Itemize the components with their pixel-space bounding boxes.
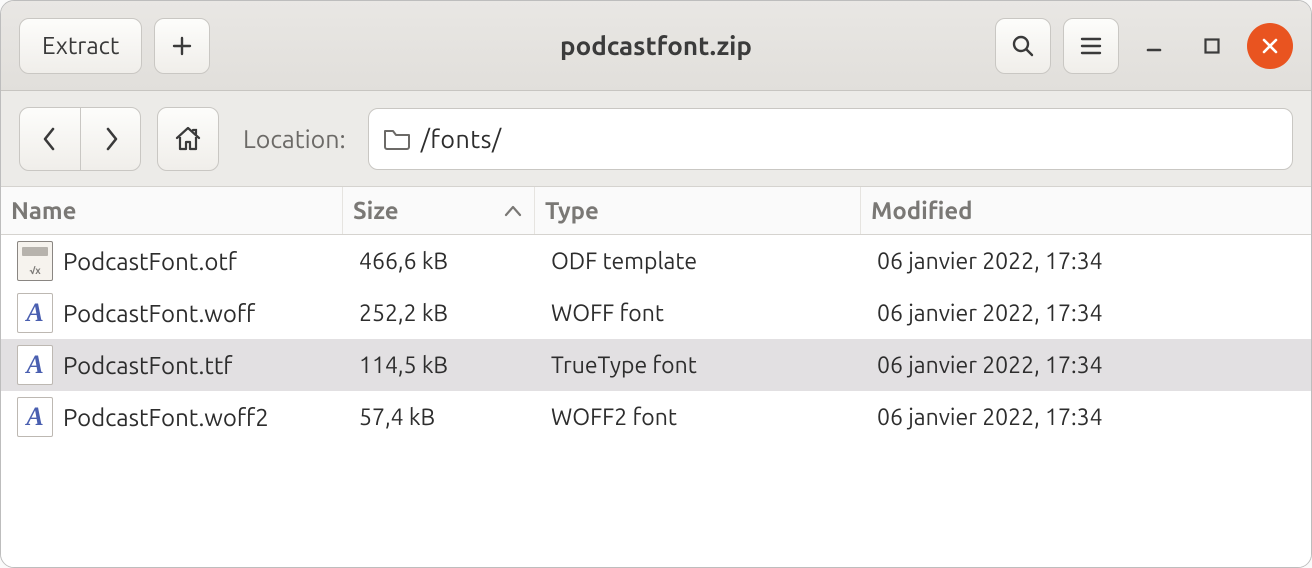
cell-size: 466,6 kB (349, 249, 541, 274)
file-name: PodcastFont.ttf (63, 352, 232, 379)
column-header-name-label: Name (11, 197, 76, 224)
column-header-size-label: Size (353, 197, 399, 224)
cell-name: A PodcastFont.woff (7, 293, 349, 333)
column-header-modified[interactable]: Modified (861, 187, 1311, 234)
column-header-type[interactable]: Type (535, 187, 861, 234)
archive-manager-window: Extract podcastfont.zip (0, 0, 1312, 568)
search-button[interactable] (995, 18, 1051, 74)
navigation-toolbar: Location: /fonts/ (1, 91, 1311, 187)
cell-size: 114,5 kB (349, 353, 541, 378)
nav-home-button[interactable] (158, 108, 218, 170)
cell-modified: 06 janvier 2022, 17:34 (867, 249, 1305, 274)
home-icon (173, 124, 203, 154)
location-label: Location: (235, 125, 352, 153)
header-left-group: Extract (19, 18, 210, 74)
chevron-left-icon (40, 125, 60, 153)
hamburger-icon (1079, 34, 1103, 58)
cell-type: ODF template (541, 249, 867, 274)
column-header-name[interactable]: Name (1, 187, 343, 234)
location-path: /fonts/ (421, 125, 502, 153)
cell-name: A PodcastFont.woff2 (7, 397, 349, 437)
window-minimize-button[interactable] (1131, 23, 1177, 69)
cell-modified: 06 janvier 2022, 17:34 (867, 301, 1305, 326)
sort-ascending-icon (504, 205, 522, 217)
cell-type: WOFF font (541, 301, 867, 326)
font-file-icon: A (17, 397, 53, 437)
cell-name: √x PodcastFont.otf (7, 241, 349, 281)
header-right-group (995, 18, 1293, 74)
cell-modified: 06 janvier 2022, 17:34 (867, 353, 1305, 378)
cell-modified: 06 janvier 2022, 17:34 (867, 405, 1305, 430)
column-headers: Name Size Type Modified (1, 187, 1311, 235)
close-icon (1260, 36, 1280, 56)
table-row[interactable]: √x PodcastFont.otf 466,6 kBODF template06 … (1, 235, 1311, 287)
extract-button[interactable]: Extract (19, 18, 142, 74)
odf-template-icon: √x (17, 241, 53, 281)
file-name: PodcastFont.woff (63, 300, 255, 327)
search-icon (1010, 33, 1036, 59)
window-close-button[interactable] (1247, 23, 1293, 69)
hamburger-menu-button[interactable] (1063, 18, 1119, 74)
nav-back-forward-group (19, 107, 141, 171)
table-row[interactable]: A PodcastFont.ttf 114,5 kBTrueType font06 … (1, 339, 1311, 391)
cell-size: 57,4 kB (349, 405, 541, 430)
file-name: PodcastFont.otf (63, 248, 237, 275)
file-list[interactable]: √xPodcastFont.otf466,6 kBODF template06 … (1, 235, 1311, 567)
cell-name: A PodcastFont.ttf (7, 345, 349, 385)
nav-forward-button[interactable] (80, 108, 140, 170)
nav-home-group (157, 107, 219, 171)
location-field[interactable]: /fonts/ (368, 108, 1293, 170)
font-file-icon: A (17, 345, 53, 385)
column-header-size[interactable]: Size (343, 187, 535, 234)
chevron-right-icon (101, 125, 121, 153)
font-file-icon: A (17, 293, 53, 333)
headerbar: Extract podcastfont.zip (1, 1, 1311, 91)
table-row[interactable]: A PodcastFont.woff2 57,4 kBWOFF2 font06 ja… (1, 391, 1311, 443)
cell-type: WOFF2 font (541, 405, 867, 430)
cell-size: 252,2 kB (349, 301, 541, 326)
column-header-modified-label: Modified (871, 197, 973, 224)
column-header-type-label: Type (545, 197, 599, 224)
minimize-icon (1144, 36, 1164, 56)
table-row[interactable]: A PodcastFont.woff 252,2 kBWOFF font06 jan… (1, 287, 1311, 339)
nav-back-button[interactable] (20, 108, 80, 170)
plus-icon (171, 35, 193, 57)
add-files-button[interactable] (154, 18, 210, 74)
window-maximize-button[interactable] (1189, 23, 1235, 69)
folder-icon (383, 127, 411, 151)
maximize-icon (1202, 36, 1222, 56)
file-name: PodcastFont.woff2 (63, 404, 269, 431)
extract-button-label: Extract (42, 32, 119, 59)
cell-type: TrueType font (541, 353, 867, 378)
